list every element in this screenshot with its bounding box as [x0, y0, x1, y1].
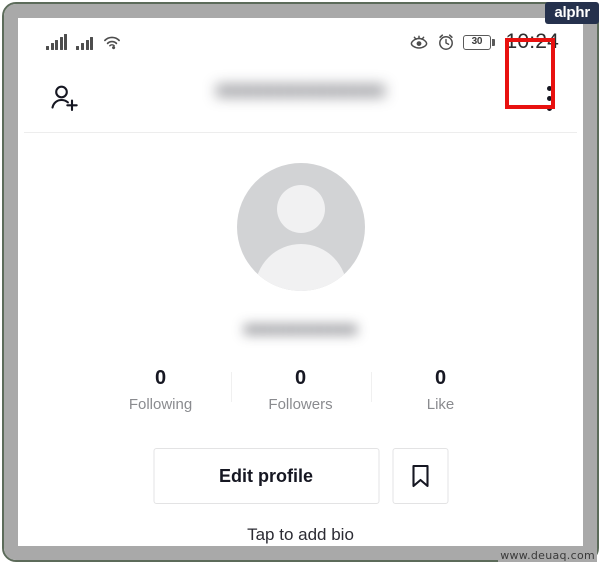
site-watermark: www.deuaq.com	[498, 549, 597, 562]
add-person-icon	[51, 85, 78, 112]
stat-like[interactable]: 0 Like	[370, 366, 511, 417]
phone-screen: 30 10:24 xxxxxxxxxxxxxxxx xxxxxxxxxxxx 0…	[24, 22, 577, 544]
status-bar-clock: 10:24	[505, 30, 559, 53]
stat-followers[interactable]: 0 Followers	[230, 366, 371, 417]
stat-followers-value: 0	[294, 367, 307, 389]
bookmark-button[interactable]	[392, 448, 448, 504]
alarm-clock-icon	[438, 34, 453, 50]
default-avatar-icon-head	[276, 185, 325, 233]
bookmark-icon	[411, 464, 429, 488]
profile-display-name: xxxxxxxxxxxx	[243, 319, 358, 338]
app-bar-username[interactable]: xxxxxxxxxxxxxxxx	[216, 80, 385, 102]
stat-following[interactable]: 0 Following	[91, 366, 231, 417]
battery-icon: 30	[462, 34, 496, 50]
wifi-icon	[104, 36, 121, 50]
status-bar-left-group	[46, 33, 122, 50]
more-vertical-icon-dot-3	[546, 105, 552, 111]
stat-following-value: 0	[154, 367, 167, 389]
edit-profile-button[interactable]: Edit profile	[153, 448, 379, 504]
stat-following-label: Following	[128, 396, 193, 413]
default-avatar-icon-body	[254, 244, 347, 291]
status-bar-right-group: 30 10:24	[409, 30, 559, 54]
add-person-button[interactable]	[38, 74, 92, 124]
alphr-logo-badge: alphr	[545, 2, 599, 24]
profile-actions: Edit profile	[153, 448, 448, 504]
status-bar: 30 10:24	[24, 22, 577, 62]
stat-followers-label: Followers	[268, 396, 333, 413]
stat-like-value: 0	[434, 367, 447, 389]
app-bar: xxxxxxxxxxxxxxxx	[24, 62, 577, 133]
profile-stats-row: 0 Following 0 Followers 0 Like	[91, 366, 511, 417]
battery-level-text: 30	[462, 34, 491, 50]
signal-bars-icon	[46, 33, 68, 50]
more-vertical-icon-dot-1	[546, 85, 552, 91]
stat-like-label: Like	[426, 396, 455, 413]
screenshot-root: 30 10:24 xxxxxxxxxxxxxxxx xxxxxxxxxxxx 0…	[0, 0, 605, 567]
more-vertical-icon-dot-2	[546, 95, 552, 101]
signal-bars-secondary-icon	[76, 35, 94, 50]
more-options-button[interactable]	[527, 72, 571, 124]
add-bio-prompt[interactable]: Tap to add bio	[247, 525, 354, 544]
profile-avatar[interactable]	[236, 163, 365, 291]
eye-care-icon	[410, 35, 428, 49]
